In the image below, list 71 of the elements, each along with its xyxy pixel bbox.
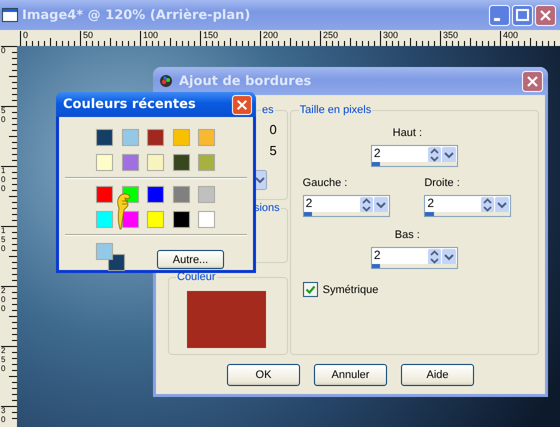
app-icon [158,73,174,89]
color-swatch[interactable] [187,291,266,348]
color-swatch[interactable] [96,211,113,228]
ruler-label: 150 [202,30,220,40]
ruler-label: 350 [442,30,460,40]
foreground-color-swatch[interactable] [96,243,113,260]
color-swatch[interactable] [172,154,190,171]
dialog-button[interactable]: Aide [401,364,474,386]
pointing-hand-icon [115,192,131,230]
spinner-icon[interactable] [481,197,510,213]
color-swatch[interactable] [147,129,164,146]
field-value: 2 [372,146,382,161]
number-field[interactable]: 2 [370,247,458,269]
value-text: 5 [269,144,277,158]
color-swatch[interactable] [147,154,164,171]
slider-track[interactable] [372,264,457,268]
close-icon[interactable] [522,70,543,92]
background-color-swatch[interactable] [108,254,125,271]
popup-title: Couleurs récentes [63,97,197,112]
color-swatch[interactable] [198,154,215,171]
close-icon[interactable] [535,4,556,26]
color-swatch[interactable] [122,154,138,171]
color-swatch[interactable] [96,154,113,171]
ruler-label: 250 [322,30,340,40]
field-value: 2 [304,196,314,211]
maximize-icon[interactable] [512,4,533,26]
close-icon[interactable] [232,94,252,114]
number-field[interactable]: 2 [302,195,390,217]
color-swatch[interactable] [198,129,215,146]
spinner-icon[interactable] [360,197,388,213]
other-colors-button[interactable]: Autre... [157,250,224,269]
dialog-button[interactable]: Annuler [314,364,387,386]
color-swatch[interactable] [96,129,113,146]
color-swatch[interactable] [147,186,164,203]
field-value: 2 [426,196,436,211]
spinner-icon[interactable] [428,249,456,265]
field-label: Gauche : [302,177,348,190]
slider-track[interactable] [304,212,389,216]
window-icon [2,8,18,22]
slider-track[interactable] [372,162,457,166]
field-value: 2 [372,248,382,263]
ruler-label: 400 [502,30,520,40]
color-swatch[interactable] [198,211,215,228]
color-swatch[interactable] [96,186,113,203]
color-swatch[interactable] [122,129,138,146]
ruler-label: 200 [262,30,280,40]
color-swatch[interactable] [172,186,190,203]
color-swatch[interactable] [172,211,190,228]
slider-track[interactable] [425,212,510,216]
checkbox-label: Symétrique [322,284,378,296]
number-field[interactable]: 2 [424,195,512,217]
ruler-label: 0 [22,30,30,40]
field-label: Bas : [394,229,420,242]
color-swatch[interactable] [147,211,164,228]
color-swatch[interactable] [122,211,138,228]
window-title: Image4* @ 120% (Arrière-plan) [22,8,252,22]
value-text: 0 [269,123,277,137]
color-swatch[interactable] [172,129,190,146]
dialog-button[interactable]: OK [227,364,300,386]
color-swatch[interactable] [198,186,215,203]
field-label: Droite : [424,177,461,190]
ruler-label: 100 [142,30,160,40]
group-label: Taille en pixels [298,103,372,117]
spinner-icon[interactable] [428,147,456,163]
checkbox[interactable] [302,282,318,297]
dialog-title: Ajout de bordures [179,74,312,88]
ruler-label: 300 [382,30,400,40]
ruler-label: 50 [82,30,94,40]
field-label: Haut : [392,127,422,140]
minimize-icon[interactable] [489,4,510,26]
number-field[interactable]: 2 [370,145,458,167]
